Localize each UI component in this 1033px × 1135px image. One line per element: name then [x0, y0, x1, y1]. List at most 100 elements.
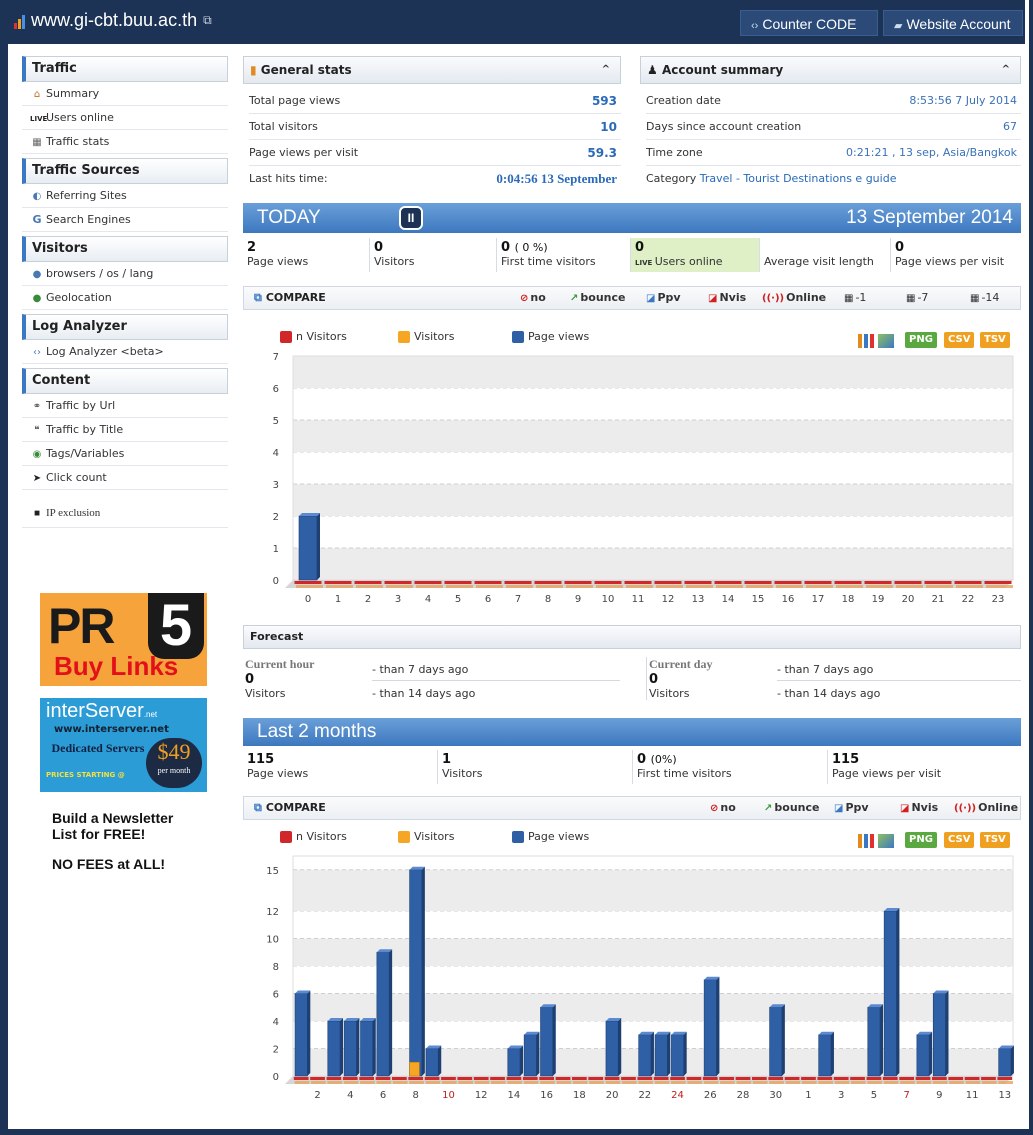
kpi-users-online[interactable]: 0 LIVE Users online	[631, 238, 760, 272]
legend-page-views[interactable]: Page views	[512, 830, 589, 843]
compare-ppv[interactable]: ◪ Ppv	[646, 287, 681, 310]
legend-n-visitors[interactable]: n Visitors	[280, 330, 347, 343]
visitors-floor-bar	[506, 585, 533, 588]
sidebar-item-label: Geolocation	[46, 291, 112, 304]
legend-visitors[interactable]: Visitors	[398, 330, 454, 343]
n-visitors-bar	[324, 581, 352, 584]
sidebar-item-traffic-by-title[interactable]: ❝ Traffic by Title	[22, 418, 228, 442]
export-csv-button[interactable]: CSV	[944, 332, 975, 348]
sidebar-head-log-analyzer: Log Analyzer	[22, 314, 228, 340]
visitors-floor-bar	[686, 585, 713, 588]
compare-toggle[interactable]: ⧉ COMPARE	[254, 797, 326, 819]
legend-page-views[interactable]: Page views	[512, 330, 589, 343]
visitors-floor-bar	[932, 1081, 948, 1084]
bar-chart-type-icon[interactable]	[858, 334, 874, 348]
sidebar-item-traffic-stats[interactable]: ▦ Traffic stats	[22, 130, 228, 154]
compare-online[interactable]: ((·)) Online	[762, 287, 826, 310]
today-title: TODAY	[257, 207, 321, 228]
legend-visitors[interactable]: Visitors	[398, 830, 454, 843]
sidebar-item-referring-sites[interactable]: ◐ Referring Sites	[22, 184, 228, 208]
bar-chart-type-icon[interactable]	[858, 834, 874, 848]
site-title[interactable]: www.gi-cbt.buu.ac.th ⧉	[14, 10, 212, 31]
ad-is-brand: interServer.net	[46, 700, 158, 722]
ad-newsletter[interactable]: Build a Newsletter List for FREE! NO FEE…	[40, 802, 207, 894]
x-tick-label: 6	[485, 594, 491, 605]
visitors-floor-bar	[836, 585, 863, 588]
today-chart: 012345670 1 2 3 4 5 6 7 8 9 10 11 12 13 14 15 16 17 18 19 20…	[273, 352, 1014, 605]
collapse-icon[interactable]: ^	[1002, 57, 1010, 83]
sidebar-item-browsers[interactable]: ● browsers / os / lang	[22, 262, 228, 286]
visitors-floor-bar	[446, 585, 473, 588]
n-visitors-bar	[588, 1077, 604, 1080]
sidebar-item-traffic-by-url[interactable]: ⚭ Traffic by Url	[22, 394, 228, 418]
x-tick-label: 10	[602, 594, 615, 605]
y-tick-label: 2	[273, 512, 279, 523]
compare-nvis[interactable]: ◪ Nvis	[900, 797, 938, 820]
page-views-bar-side	[667, 1031, 671, 1076]
page-views-bar-side	[421, 866, 425, 1076]
export-tsv-button[interactable]: TSV	[980, 332, 1010, 348]
export-png-button[interactable]: PNG	[905, 832, 937, 848]
compare-icon: ⧉	[254, 291, 262, 304]
page-views-bar	[605, 1020, 619, 1077]
x-tick-label: 1	[335, 594, 341, 605]
home-icon: ⌂	[33, 89, 41, 100]
n-visitors-bar	[817, 1077, 833, 1080]
ad-is-price: $49	[157, 739, 191, 764]
compare-ppv[interactable]: ◪ Ppv	[834, 797, 869, 820]
top-bar: www.gi-cbt.buu.ac.th ⧉ ‹› Counter CODE ▰ W…	[0, 0, 1025, 44]
x-tick-label: 1	[805, 1090, 811, 1101]
account-summary-header[interactable]: ♟ Account summary ^	[640, 56, 1021, 84]
grid-band	[293, 420, 1013, 452]
sidebar-item-users-online[interactable]: LIVEUsers online	[22, 106, 228, 130]
compare-nvis[interactable]: ◪ Nvis	[708, 287, 746, 310]
forecast-hour-7days: - than 7 days ago	[372, 663, 620, 681]
sidebar-item-log-analyzer[interactable]: ‹› Log Analyzer <beta>	[22, 340, 228, 364]
website-account-button[interactable]: ▰ Website Account	[883, 10, 1023, 36]
sidebar-item-label: Tags/Variables	[46, 447, 125, 460]
last2-compare-bar: ⧉ COMPARE ⊘ no ↗ bounce ◪ Ppv ◪ Nvis ((·)) Onl…	[243, 796, 1021, 820]
legend-n-visitors[interactable]: n Visitors	[280, 830, 347, 843]
ad-interserver[interactable]: interServer.net www.interserver.net Dedi…	[40, 698, 207, 792]
sidebar-item-summary[interactable]: ⌂ Summary	[22, 82, 228, 106]
n-visitors-bar	[850, 1077, 865, 1080]
n-visitors-bar	[768, 1077, 784, 1080]
area-chart-type-icon[interactable]	[878, 834, 894, 848]
collapse-icon[interactable]: ^	[602, 57, 610, 83]
compare-bounce[interactable]: ↗ bounce	[764, 797, 819, 820]
compare-toggle[interactable]: ⧉ COMPARE	[254, 287, 326, 309]
external-link-icon[interactable]: ⧉	[203, 13, 212, 28]
n-visitors-bar	[719, 1077, 734, 1080]
export-csv-button[interactable]: CSV	[944, 832, 975, 848]
sidebar-item-search-engines[interactable]: G Search Engines	[22, 208, 228, 232]
sidebar-item-tags[interactable]: ◉ Tags/Variables	[22, 442, 228, 466]
sidebar-item-ip-exclusion[interactable]: ■ IP exclusion	[22, 498, 228, 528]
export-tsv-button[interactable]: TSV	[980, 832, 1010, 848]
site-url[interactable]: www.gi-cbt.buu.ac.th	[31, 10, 197, 31]
cursor-icon: ➤	[32, 473, 42, 484]
pause-icon[interactable]: II	[399, 206, 423, 230]
compare-minus-14[interactable]: ▦ -14	[970, 287, 999, 310]
nvis-icon: ◪	[900, 803, 910, 814]
compare-no[interactable]: ⊘ no	[710, 797, 736, 820]
compare-minus-7[interactable]: ▦ -7	[906, 287, 928, 310]
x-tick-label: 12	[662, 594, 675, 605]
sidebar-item-geolocation[interactable]: ● Geolocation	[22, 286, 228, 310]
visitors-floor-bar	[507, 1081, 523, 1084]
compare-online[interactable]: ((·)) Online	[954, 797, 1018, 820]
ad-pr-buy-links[interactable]: PR 5 Buy Links	[40, 593, 207, 686]
category-link[interactable]: Travel - Tourist Destinations e guide	[700, 172, 897, 185]
page-views-bar-side	[1010, 1045, 1014, 1076]
stat-row-total-visitors: Total visitors 10	[249, 114, 621, 140]
compare-minus-1[interactable]: ▦ -1	[844, 287, 866, 310]
area-chart-type-icon[interactable]	[878, 334, 894, 348]
general-stats-header[interactable]: ▮ General stats ^	[243, 56, 621, 84]
counter-code-button[interactable]: ‹› Counter CODE	[740, 10, 878, 36]
export-png-button[interactable]: PNG	[905, 332, 937, 348]
sidebar-item-click-count[interactable]: ➤ Click count	[22, 466, 228, 490]
compare-bounce[interactable]: ↗ bounce	[570, 287, 625, 310]
compare-no[interactable]: ⊘ no	[520, 287, 546, 310]
page-views-bar	[327, 1020, 341, 1077]
account-summary-title: Account summary	[661, 63, 784, 77]
x-tick-label: 20	[606, 1090, 619, 1101]
